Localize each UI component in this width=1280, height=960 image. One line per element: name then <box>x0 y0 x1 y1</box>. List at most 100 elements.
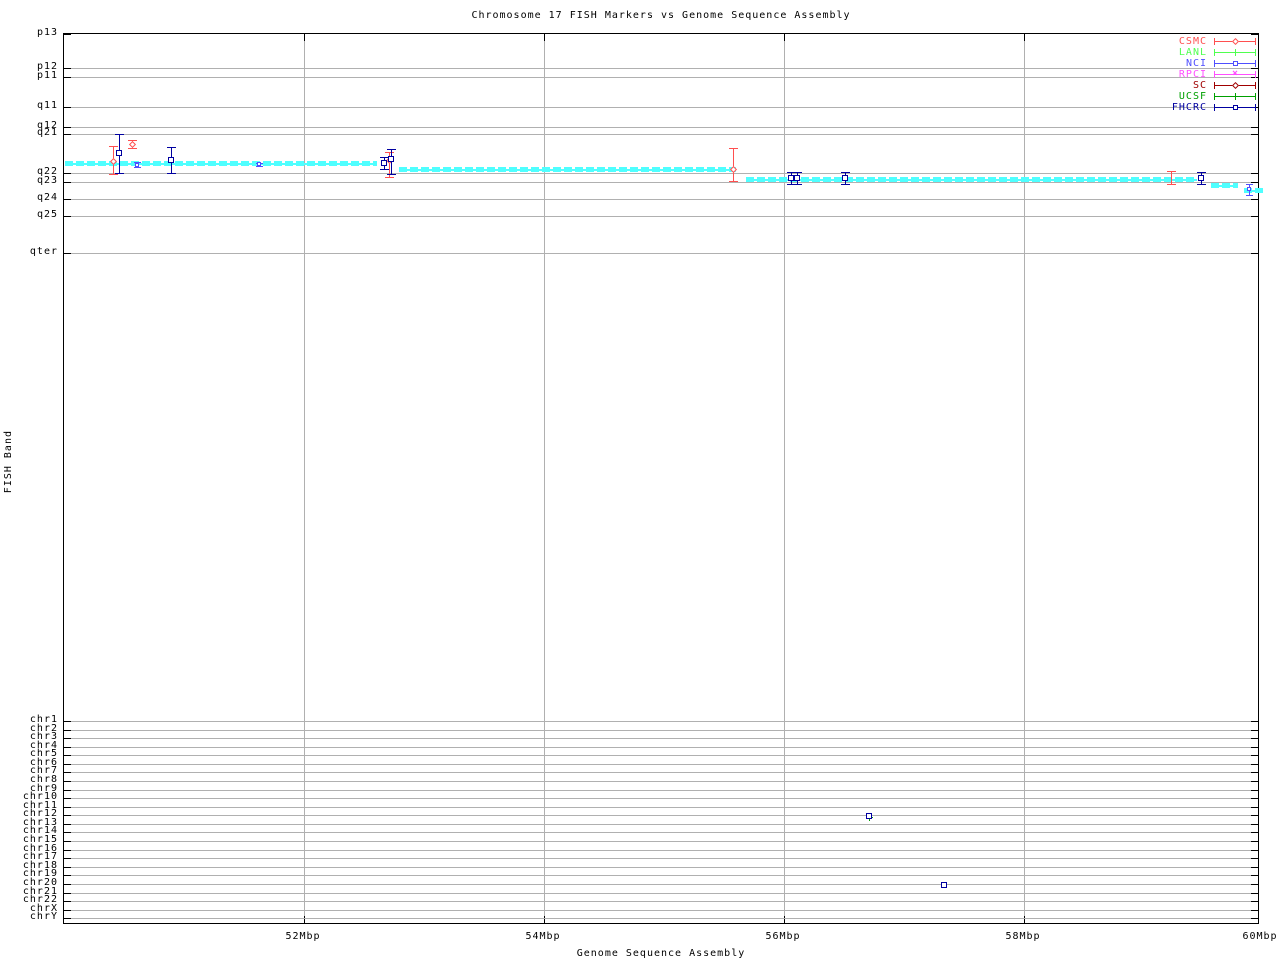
legend-sample-cap <box>1255 60 1256 67</box>
y-tickmark <box>1251 815 1258 816</box>
marker-nci-icon <box>1232 60 1238 66</box>
y-tickmark <box>64 730 71 731</box>
marker-nci-icon <box>257 162 261 166</box>
gridline-horizontal <box>64 738 1258 739</box>
legend-label: RPCI <box>1178 69 1207 80</box>
gridline-horizontal <box>64 884 1258 885</box>
assembly-band-segment <box>1211 183 1238 188</box>
y-tickmark <box>1251 730 1258 731</box>
y-tickmark <box>64 107 71 108</box>
gridline-horizontal <box>64 747 1258 748</box>
y-tickmark <box>1251 832 1258 833</box>
y-tick-label: q11 <box>36 100 58 111</box>
gridline-horizontal <box>64 173 1258 174</box>
legend-label: UCSF <box>1178 91 1207 102</box>
legend-label: FHCRC <box>1171 102 1207 113</box>
gridline-horizontal <box>64 216 1258 217</box>
x-axis-title: Genome Sequence Assembly <box>576 948 746 959</box>
legend-sample-fhcrc-icon <box>1214 103 1256 112</box>
marker-fhcrc-icon <box>168 157 174 163</box>
marker-fhcrc-icon <box>866 813 872 819</box>
errorbar-cap <box>1167 184 1176 185</box>
y-tickmark <box>64 199 71 200</box>
legend-item-fhcrc: FHCRC <box>1172 102 1256 113</box>
x-tick-label: 60Mbp <box>1242 931 1278 942</box>
y-tickmark <box>1251 34 1258 35</box>
gridline-horizontal <box>64 182 1258 183</box>
y-tickmark <box>1251 738 1258 739</box>
x-tick-label: 56Mbp <box>765 931 801 942</box>
x-tick-label: 58Mbp <box>1005 931 1041 942</box>
legend-sample-cap <box>1214 71 1215 78</box>
legend-sample-cap <box>1255 93 1256 100</box>
y-tickmark <box>64 747 71 748</box>
y-tick-label: q24 <box>36 192 58 203</box>
legend-sample-ucsf-icon <box>1214 92 1256 101</box>
y-tickmark <box>64 824 71 825</box>
gridline-horizontal <box>64 807 1258 808</box>
legend-sample-sc-icon <box>1214 81 1256 90</box>
y-tickmark <box>1251 841 1258 842</box>
gridline-horizontal <box>64 77 1258 78</box>
y-tickmark <box>1251 910 1258 911</box>
y-tickmark <box>1251 798 1258 799</box>
legend-sample-csmc-icon <box>1214 37 1256 46</box>
errorbar-cap <box>385 152 394 153</box>
x-tick-label: 54Mbp <box>525 931 561 942</box>
gridline-horizontal <box>64 134 1258 135</box>
gridline-horizontal <box>64 107 1258 108</box>
gridline-horizontal <box>64 867 1258 868</box>
gridline-horizontal <box>64 68 1258 69</box>
chart-canvas: Chromosome 17 FISH Markers vs Genome Seq… <box>0 0 1280 960</box>
errorbar-cap <box>841 172 850 173</box>
errorbar-cap <box>387 174 396 175</box>
marker-fhcrc-icon <box>116 150 122 156</box>
marker-nci-icon <box>135 163 139 167</box>
y-tickmark <box>64 755 71 756</box>
y-tick-label: q21 <box>36 127 58 138</box>
errorbar-cap <box>387 149 396 150</box>
gridline-horizontal <box>64 764 1258 765</box>
errorbar-cap <box>793 172 802 173</box>
legend-item-rpci: RPCI × <box>1172 68 1256 80</box>
y-tickmark <box>64 34 71 35</box>
y-tickmark <box>1251 199 1258 200</box>
gridline-horizontal <box>64 824 1258 825</box>
gridline-horizontal <box>64 790 1258 791</box>
chart-title: Chromosome 17 FISH Markers vs Genome Seq… <box>471 10 851 21</box>
x-tickmark <box>304 34 305 41</box>
legend-item-lanl: LANL <box>1172 47 1256 58</box>
x-tickmark <box>544 34 545 41</box>
y-tickmark <box>64 764 71 765</box>
errorbar-cap <box>134 167 141 168</box>
errorbar-cap <box>109 174 118 175</box>
assembly-band-segment <box>399 167 736 172</box>
legend-item-sc: SC <box>1172 80 1256 91</box>
legend-label: NCI <box>1185 58 1207 69</box>
y-tickmark <box>64 910 71 911</box>
legend-item-nci: NCI <box>1172 58 1256 69</box>
y-tickmark <box>1251 764 1258 765</box>
y-tickmark <box>1251 253 1258 254</box>
legend: CSMC LANL NCI RPCI × SC UCSF FHCRC <box>1172 36 1256 113</box>
gridline-horizontal <box>64 772 1258 773</box>
legend-sample-cap <box>1214 82 1215 89</box>
marker-fhcrc-icon <box>388 156 394 162</box>
errorbar-cap <box>729 148 738 149</box>
legend-sample-cap <box>1255 104 1256 111</box>
y-tickmark <box>1251 173 1258 174</box>
y-tickmark <box>1251 182 1258 183</box>
y-tickmark <box>64 772 71 773</box>
y-tickmark <box>64 875 71 876</box>
gridline-horizontal <box>64 815 1258 816</box>
legend-sample-cap <box>1255 49 1256 56</box>
errorbar-cap <box>1246 184 1253 185</box>
y-tickmark <box>1251 721 1258 722</box>
gridline-horizontal <box>64 901 1258 902</box>
x-tickmark <box>1024 34 1025 41</box>
y-tick-label: p13 <box>36 27 58 38</box>
y-tickmark <box>1251 807 1258 808</box>
gridline-horizontal <box>64 841 1258 842</box>
y-tickmark <box>1251 790 1258 791</box>
errorbar-csmc <box>1171 171 1172 184</box>
